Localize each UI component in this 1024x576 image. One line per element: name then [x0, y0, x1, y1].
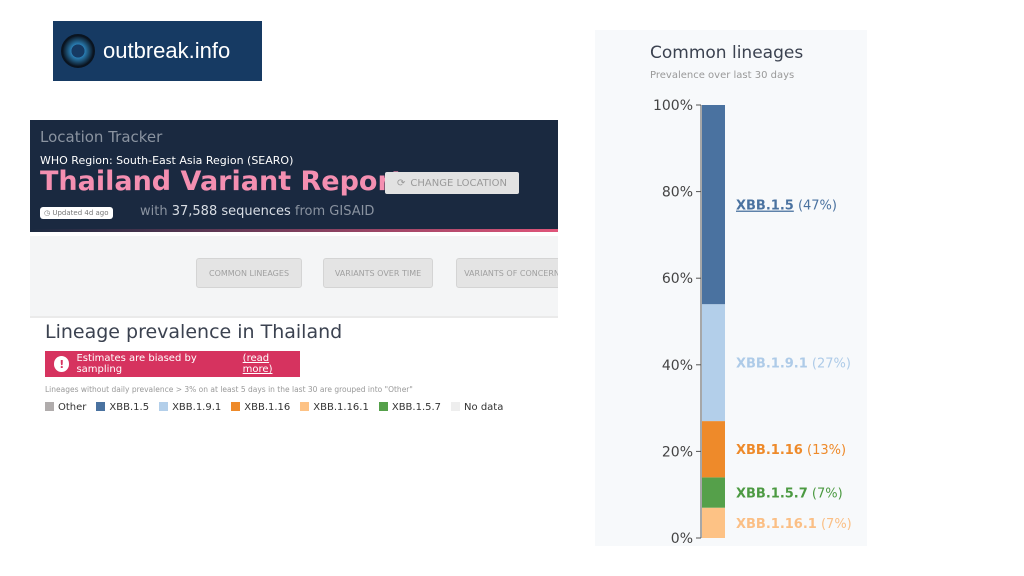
header-accent-bar	[30, 229, 558, 232]
segment-label: XBB.1.9.1 (27%)	[736, 357, 851, 372]
report-header: Location Tracker WHO Region: South-East …	[30, 120, 558, 232]
segment-label: XBB.1.5 (47%)	[736, 199, 837, 214]
legend-item[interactable]: No data	[451, 402, 503, 413]
y-tick-label: 80%	[662, 185, 693, 201]
seq-count: 37,588 sequences	[171, 204, 291, 219]
lineage-link[interactable]: XBB.1.16	[736, 443, 803, 458]
legend-swatch	[159, 402, 169, 411]
legend-label: No data	[464, 402, 504, 413]
legend-label: XBB.1.5.7	[391, 402, 442, 413]
bar-segment-XBB.1.16.1	[702, 507, 725, 538]
location-tracker-screenshot: Location Tracker WHO Region: South-East …	[30, 120, 558, 426]
grouping-note: Lineages without daily prevalence > 3% o…	[45, 385, 413, 394]
segment-percent: (47%)	[794, 199, 837, 214]
logo-text: outbreak.info	[103, 38, 231, 63]
nav-common-lineages[interactable]: COMMON LINEAGES	[196, 258, 302, 288]
segment-label: XBB.1.5.7 (7%)	[736, 487, 843, 502]
common-lineages-panel: Common lineages Prevalence over last 30 …	[595, 30, 867, 546]
radar-logo-icon	[61, 34, 95, 68]
segment-label: XBB.1.16 (13%)	[736, 443, 846, 458]
y-tick-label: 40%	[662, 358, 693, 374]
legend-swatch	[451, 402, 461, 411]
legend-label: XBB.1.9.1	[172, 402, 222, 413]
bar-segment-XBB.1.9.1	[702, 304, 725, 422]
y-tick-label: 20%	[662, 444, 693, 460]
bar-segment-XBB.1.5	[702, 105, 725, 305]
legend-label: XBB.1.5	[109, 402, 150, 413]
legend-swatch	[45, 402, 54, 411]
legend-swatch	[96, 402, 106, 411]
segment-percent: (7%)	[817, 517, 852, 532]
nav-variants-of-concern[interactable]: VARIANTS OF CONCERN	[456, 258, 558, 288]
outbreak-info-logo: outbreak.info	[53, 21, 262, 81]
segment-percent: (27%)	[808, 357, 851, 372]
sampling-warning: ! Estimates are biased by sampling (read m…	[45, 351, 300, 377]
refresh-icon: ⟳	[396, 177, 406, 189]
legend-label: XBB.1.16.1	[313, 402, 369, 413]
lineage-link[interactable]: XBB.1.16.1	[736, 517, 817, 532]
segment-label: XBB.1.16.1 (7%)	[736, 517, 852, 532]
y-tick-label: 100%	[653, 98, 693, 114]
legend-item[interactable]: XBB.1.16.1	[300, 402, 369, 413]
legend-item[interactable]: XBB.1.5.7	[378, 402, 442, 413]
legend-swatch	[300, 402, 310, 411]
nav-variants-over-time[interactable]: VARIANTS OVER TIME	[323, 258, 433, 288]
legend-swatch	[378, 402, 388, 411]
alert-icon: !	[54, 356, 70, 372]
legend-label: XBB.1.16	[244, 402, 291, 413]
legend-label: Other	[58, 402, 87, 413]
change-location-button[interactable]: ⟳ CHANGE LOCATION	[385, 172, 519, 194]
bar-segment-XBB.1.16	[702, 421, 725, 478]
segment-percent: (7%)	[808, 487, 843, 502]
report-nav: COMMON LINEAGES VARIANTS OVER TIME VARIA…	[30, 236, 558, 318]
seq-suffix: from GISAID	[294, 204, 375, 219]
prevalence-title: Lineage prevalence in Thailand	[45, 321, 343, 343]
lineage-link[interactable]: XBB.1.5.7	[736, 487, 808, 502]
change-location-label: CHANGE LOCATION	[410, 177, 507, 189]
legend-swatch	[231, 402, 241, 411]
updated-text: Updated 4d ago	[52, 209, 109, 217]
section-title: Location Tracker	[40, 128, 163, 146]
legend-item[interactable]: XBB.1.5	[96, 402, 149, 413]
y-tick-label: 0%	[671, 531, 693, 546]
sequence-count: with 37,588 sequences from GISAID	[140, 204, 374, 219]
segment-percent: (13%)	[803, 443, 846, 458]
y-tick-label: 60%	[662, 271, 693, 287]
bar-segment-XBB.1.5.7	[702, 477, 725, 508]
legend-item[interactable]: XBB.1.16	[231, 402, 290, 413]
seq-prefix: with	[140, 204, 168, 219]
warning-text: Estimates are biased by sampling	[76, 353, 197, 375]
legend-item[interactable]: Other	[45, 402, 86, 413]
lineage-legend: Other XBB.1.5 XBB.1.9.1 XBB.1.16 XBB.1.16.1 X…	[45, 402, 503, 413]
legend-item[interactable]: XBB.1.9.1	[159, 402, 221, 413]
updated-badge: ◷ Updated 4d ago	[40, 207, 113, 219]
lineage-link[interactable]: XBB.1.5	[736, 199, 794, 214]
read-more-link[interactable]: (read more)	[243, 353, 300, 375]
page-title: Thailand Variant Report	[40, 166, 404, 197]
stacked-bar-chart: 0%20%40%60%80%100%XBB.1.16.1 (7%)XBB.1.5…	[653, 98, 852, 546]
lineage-link[interactable]: XBB.1.9.1	[736, 357, 808, 372]
